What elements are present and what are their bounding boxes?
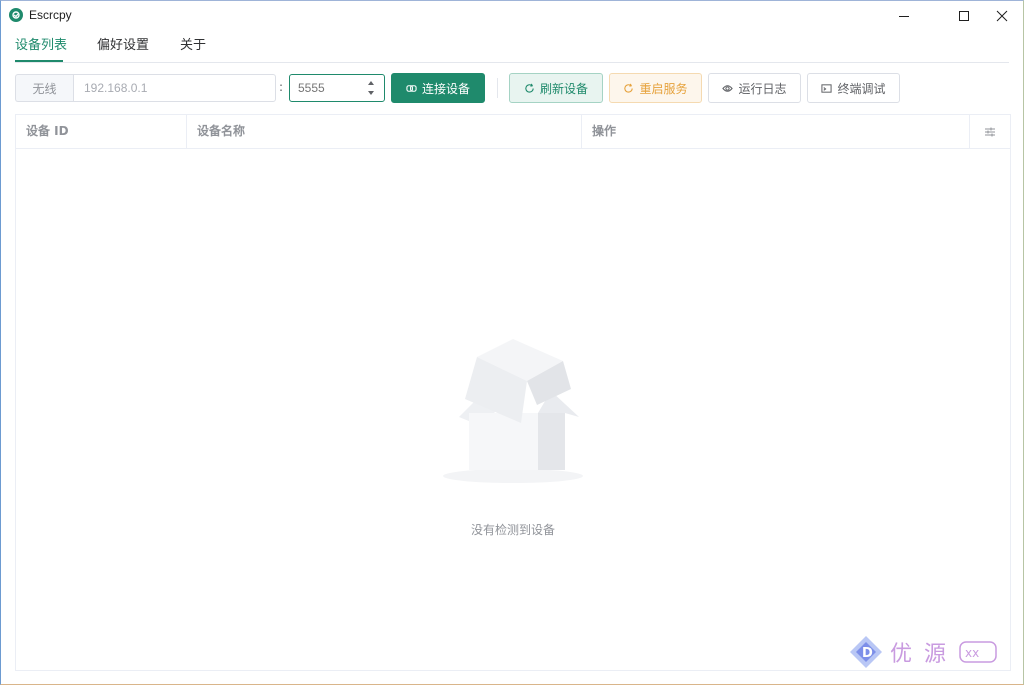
terminal-debug-label: 终端调试 [837, 81, 886, 96]
close-icon [996, 10, 1008, 22]
tab-about[interactable]: 关于 [180, 37, 206, 63]
column-header-actions: 操作 [582, 115, 970, 149]
app-window: Escrcpy 设备列表 偏好设置 关于 无线 : 连接设备 [0, 0, 1024, 685]
terminal-debug-button[interactable]: 终端调试 [807, 73, 900, 103]
connect-device-label: 连接设备 [421, 81, 470, 96]
ip-port-separator: : [279, 80, 284, 94]
title-bar: Escrcpy [1, 1, 1023, 31]
svg-text:优: 优 [890, 642, 912, 667]
svg-text:xx: xx [965, 646, 979, 660]
wireless-label: 无线 [15, 74, 73, 102]
ip-address-input[interactable] [73, 74, 276, 102]
minimize-button[interactable] [881, 1, 927, 31]
refresh-devices-button[interactable]: 刷新设备 [509, 73, 603, 103]
device-table: 设备 ID 设备名称 操作 没有检测到设备 [15, 114, 1011, 671]
port-input[interactable] [290, 75, 360, 101]
terminal-icon [821, 83, 833, 93]
chevron-down-icon[interactable] [367, 90, 375, 96]
app-logo-icon [9, 8, 23, 22]
link-icon [406, 84, 417, 92]
minimize-icon [899, 16, 909, 17]
restart-service-label: 重启服务 [639, 81, 688, 96]
port-spin-buttons[interactable] [366, 80, 376, 96]
tab-bar: 设备列表 偏好设置 关于 [15, 35, 1009, 63]
toolbar: 无线 : 连接设备 刷新设备 重启服务 运行日志 [15, 73, 1011, 103]
connect-device-button[interactable]: 连接设备 [391, 73, 485, 103]
column-header-device-id: 设备 ID [16, 115, 187, 149]
column-header-device-name: 设备名称 [187, 115, 582, 149]
table-header: 设备 ID 设备名称 操作 [16, 115, 1010, 149]
empty-state: 没有检测到设备 [16, 149, 1010, 670]
refresh-devices-label: 刷新设备 [539, 81, 588, 96]
restart-icon [624, 83, 634, 93]
column-settings-button[interactable] [970, 115, 1010, 149]
active-tab-indicator [15, 60, 63, 62]
watermark-logo-icon: D 优 源 xx [850, 636, 997, 668]
eye-icon [722, 84, 734, 92]
empty-state-text: 没有检测到设备 [470, 523, 555, 537]
tab-preferences[interactable]: 偏好设置 [97, 37, 149, 63]
port-stepper[interactable] [289, 74, 385, 102]
chevron-up-icon[interactable] [367, 80, 375, 86]
svg-text:D: D [862, 646, 873, 661]
run-log-label: 运行日志 [738, 81, 787, 96]
maximize-icon [959, 11, 969, 21]
empty-box-icon [443, 339, 583, 483]
run-log-button[interactable]: 运行日志 [708, 73, 801, 103]
refresh-icon [525, 83, 534, 93]
sliders-icon [985, 127, 995, 137]
svg-text:源: 源 [924, 642, 946, 667]
close-button[interactable] [979, 1, 1023, 31]
restart-service-button[interactable]: 重启服务 [609, 73, 702, 103]
toolbar-divider [497, 78, 498, 98]
window-title: Escrcpy [29, 8, 72, 22]
